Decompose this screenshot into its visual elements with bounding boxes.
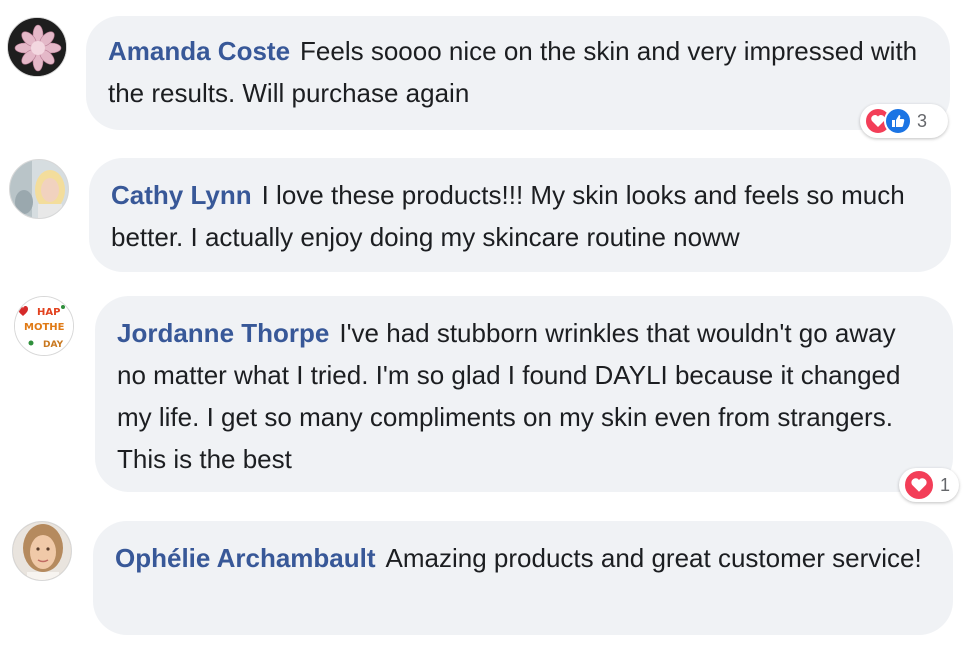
reaction-count: 3	[917, 110, 928, 131]
comment-bubble: Cathy Lynn I love these products!!! My sk…	[89, 158, 951, 272]
comment-author[interactable]: Cathy Lynn	[111, 180, 252, 210]
avatar[interactable]	[9, 159, 69, 219]
avatar[interactable]	[7, 17, 67, 77]
comment-text: Amazing products and great customer serv…	[385, 543, 922, 573]
comment-author[interactable]: Amanda Coste	[108, 36, 290, 66]
love-reaction-icon	[903, 469, 935, 501]
reaction-summary[interactable]: 1	[899, 468, 959, 502]
mothers-day-avatar-image: HAP MOTHE DAY	[15, 297, 73, 355]
comment-author[interactable]: Ophélie Archambault	[115, 543, 376, 573]
comment-bubble: Ophélie Archambault Amazing products and …	[93, 521, 953, 635]
svg-text:DAY: DAY	[43, 340, 64, 350]
comment-bubble: Amanda Coste Feels soooo nice on the skin…	[86, 16, 950, 130]
portrait-avatar-image	[10, 160, 68, 218]
comment-bubble: Jordanne Thorpe I've had stubborn wrinkle…	[95, 296, 953, 492]
flower-avatar-image	[8, 18, 66, 76]
svg-text:HAP: HAP	[37, 307, 60, 318]
comment-author[interactable]: Jordanne Thorpe	[117, 318, 329, 348]
avatar[interactable]: HAP MOTHE DAY	[14, 296, 74, 356]
portrait-avatar-image	[13, 522, 71, 580]
like-reaction-icon	[884, 107, 912, 135]
reaction-summary[interactable]: 3	[860, 104, 948, 138]
avatar[interactable]	[12, 521, 72, 581]
reaction-count: 1	[940, 474, 951, 495]
svg-text:MOTHE: MOTHE	[24, 322, 65, 333]
